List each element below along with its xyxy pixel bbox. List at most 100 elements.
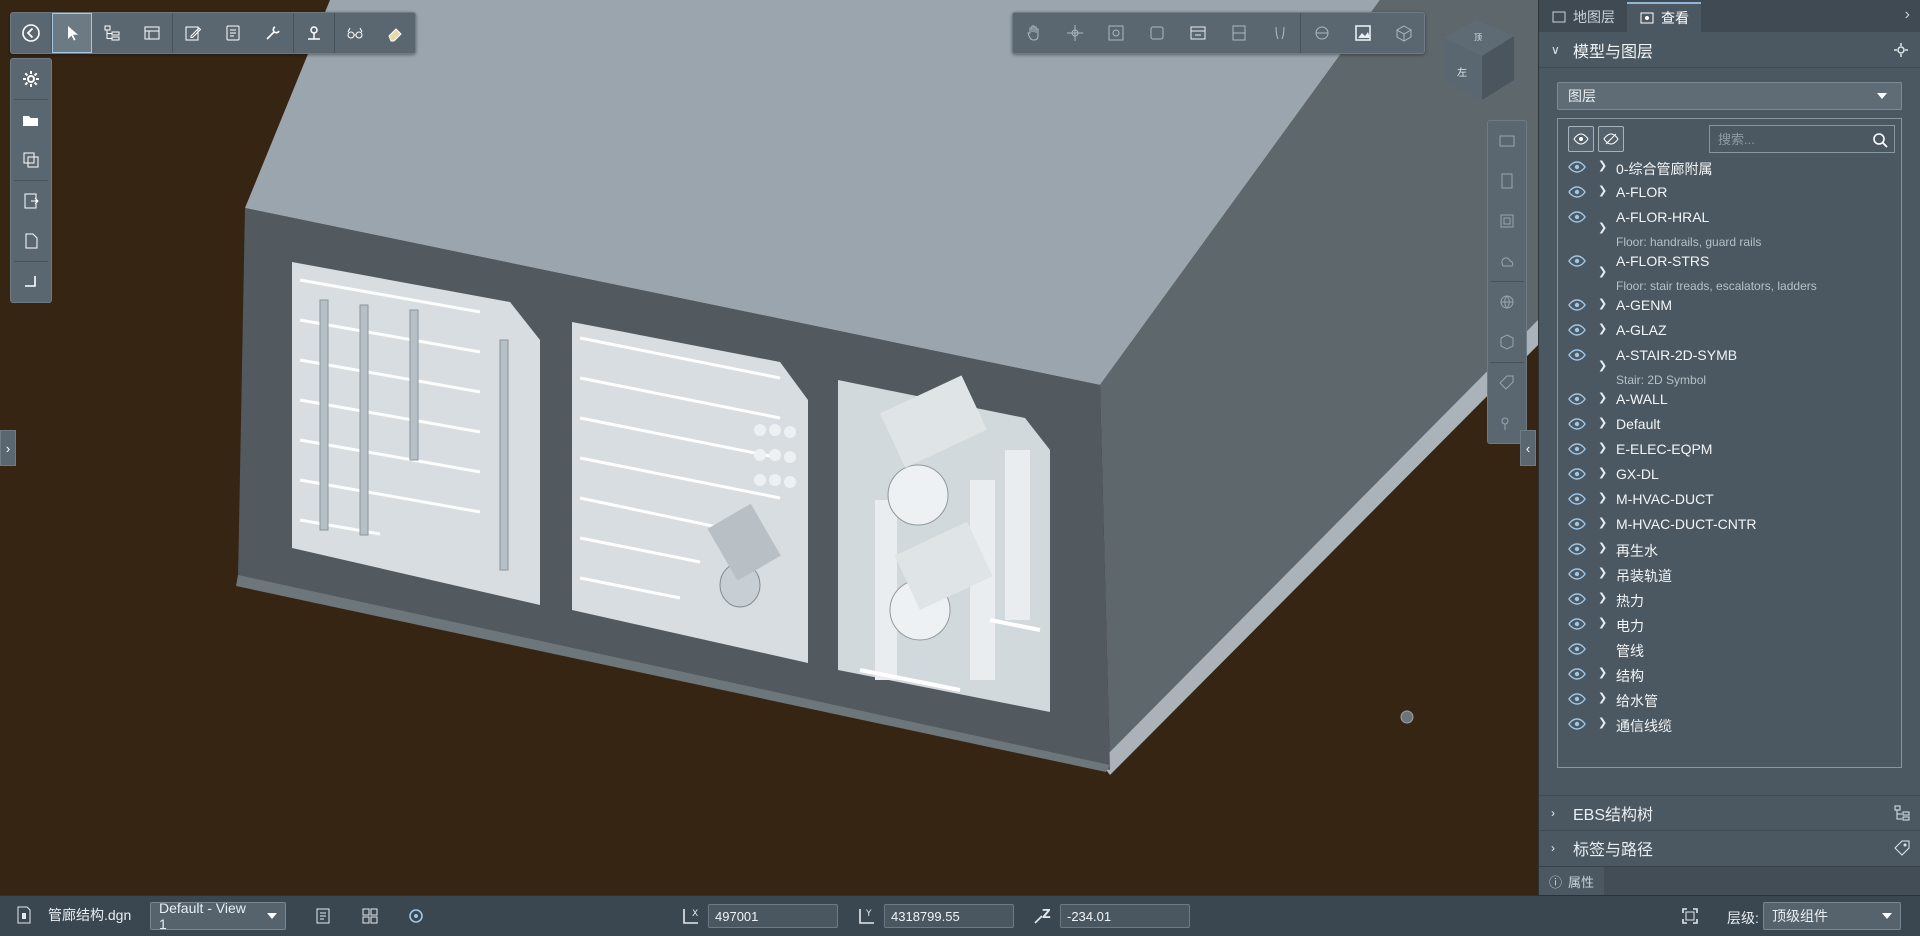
layer-row[interactable]: ❯ A-GENM	[1558, 297, 1901, 322]
y-coordinate-field[interactable]: 4318799.55	[884, 904, 1014, 928]
x-coordinate-field[interactable]: 497001	[708, 904, 838, 928]
location-icon[interactable]	[294, 13, 334, 53]
properties-tab[interactable]: ⓘ 属性	[1539, 866, 1920, 896]
3d-viewport[interactable]: 顶 左 › ‹	[0, 0, 1538, 895]
chevron-right-icon[interactable]: ❯	[1598, 516, 1612, 529]
chevron-right-icon[interactable]: ❯	[1598, 221, 1612, 234]
z-coordinate-field[interactable]: -234.01	[1060, 904, 1190, 928]
layer-row[interactable]: ❯ 通信线缆	[1558, 716, 1901, 741]
chevron-right-icon[interactable]: ❯	[1598, 541, 1612, 554]
layer-row[interactable]: 管线	[1558, 641, 1901, 666]
select-icon[interactable]	[52, 13, 92, 53]
layer-row[interactable]: ❯ 给水管	[1558, 691, 1901, 716]
chevron-right-icon[interactable]: ❯	[1598, 441, 1612, 454]
walk-icon[interactable]	[1259, 13, 1300, 53]
camera-icon[interactable]	[1177, 13, 1218, 53]
eye-icon[interactable]	[1568, 717, 1588, 733]
chevron-right-icon[interactable]: ❯	[1598, 359, 1612, 372]
eye-icon[interactable]	[1568, 298, 1588, 314]
back-icon[interactable]	[11, 13, 51, 53]
zoom-extents-icon[interactable]	[1095, 13, 1136, 53]
eye-icon[interactable]	[1568, 392, 1588, 408]
chevron-right-icon[interactable]: ❯	[1598, 391, 1612, 404]
markup-icon[interactable]	[173, 13, 213, 53]
eye-icon[interactable]	[1568, 517, 1588, 533]
layer-row[interactable]: ❯ A-WALL	[1558, 391, 1901, 416]
map-view-icon[interactable]	[1488, 121, 1526, 161]
layer-row[interactable]: ❯ A-FLOR-STRS Floor: stair treads, escalat…	[1558, 253, 1901, 297]
left-expand-tab[interactable]: ›	[0, 430, 16, 466]
eye-icon[interactable]	[1568, 185, 1588, 201]
eye-icon[interactable]	[1568, 467, 1588, 483]
layers-view-icon[interactable]	[1342, 13, 1383, 53]
right-collapse-tab[interactable]: ‹	[1520, 430, 1536, 466]
fullscreen-icon[interactable]	[1680, 906, 1700, 926]
layer-row[interactable]: ❯ 结构	[1558, 666, 1901, 691]
tab-map-layers[interactable]: 地图层	[1539, 2, 1627, 32]
target-icon[interactable]	[406, 906, 426, 926]
orbit-icon[interactable]	[1054, 13, 1095, 53]
layer-row[interactable]: ❯ 电力	[1558, 616, 1901, 641]
tools-icon[interactable]	[253, 13, 293, 53]
chevron-right-icon[interactable]: ❯	[1598, 691, 1612, 704]
book-icon[interactable]	[1488, 161, 1526, 201]
layer-row[interactable]: ❯ M-HVAC-DUCT	[1558, 491, 1901, 516]
layer-row[interactable]: ❯ 0-综合管廊附属	[1558, 159, 1901, 184]
layer-row[interactable]: ❯ A-FLOR	[1558, 184, 1901, 209]
fit-icon[interactable]	[1383, 13, 1424, 53]
chevron-right-icon[interactable]: ❯	[1598, 184, 1612, 197]
document-icon[interactable]	[12, 221, 50, 261]
eye-icon[interactable]	[1568, 667, 1588, 683]
render-icon[interactable]	[1301, 13, 1342, 53]
layer-type-select[interactable]: 图层	[1557, 82, 1902, 110]
eye-icon[interactable]	[1568, 492, 1588, 508]
view-select[interactable]: Default - View 1	[150, 900, 286, 932]
tree-icon[interactable]	[92, 13, 132, 53]
layer-row[interactable]: ❯ A-FLOR-HRAL Floor: handrails, guard rail…	[1558, 209, 1901, 253]
properties-icon[interactable]	[132, 13, 172, 53]
weather-icon[interactable]	[1488, 241, 1526, 281]
chevron-right-icon[interactable]: ❯	[1598, 322, 1612, 335]
glasses-icon[interactable]	[335, 13, 375, 53]
layer-row[interactable]: ❯ 吊装轨道	[1558, 566, 1901, 591]
chevron-right-icon[interactable]: ❯	[1598, 566, 1612, 579]
folder-open-icon[interactable]	[12, 100, 50, 140]
eye-icon[interactable]	[1568, 567, 1588, 583]
search-input[interactable]	[1718, 131, 1858, 147]
chevron-right-icon[interactable]: ❯	[1598, 416, 1612, 429]
layer-row[interactable]: ❯ A-STAIR-2D-SYMB Stair: 2D Symbol	[1558, 347, 1901, 391]
layer-row[interactable]: ❯ 再生水	[1558, 541, 1901, 566]
navigation-cube[interactable]: 顶 左	[1438, 16, 1516, 100]
measure-icon[interactable]	[213, 13, 253, 53]
copy-icon[interactable]	[12, 140, 50, 180]
section-icon[interactable]	[1218, 13, 1259, 53]
eye-icon[interactable]	[1568, 323, 1588, 339]
eye-icon[interactable]	[1568, 348, 1588, 364]
grid-icon[interactable]	[360, 906, 380, 926]
eye-icon[interactable]	[1568, 542, 1588, 558]
globe-icon[interactable]	[1488, 282, 1526, 322]
eye-icon[interactable]	[1568, 442, 1588, 458]
chevron-right-icon[interactable]: ❯	[1598, 466, 1612, 479]
eye-icon[interactable]	[1568, 160, 1588, 176]
corner-icon[interactable]	[12, 262, 50, 302]
layer-row[interactable]: ❯ GX-DL	[1558, 466, 1901, 491]
ebs-tree-header[interactable]: › EBS结构树	[1539, 795, 1920, 830]
export-icon[interactable]	[12, 181, 50, 221]
eye-icon[interactable]	[1568, 210, 1588, 226]
layer-row[interactable]: ❯ M-HVAC-DUCT-CNTR	[1558, 516, 1901, 541]
level-select[interactable]: 顶级组件	[1763, 902, 1901, 930]
tunnel-model[interactable]	[0, 0, 1538, 895]
layer-row[interactable]: ❯ A-GLAZ	[1558, 322, 1901, 347]
show-all-button[interactable]	[1568, 126, 1594, 152]
chevron-right-icon[interactable]: ❯	[1598, 666, 1612, 679]
frame-icon[interactable]	[1488, 201, 1526, 241]
search-icon[interactable]	[1872, 132, 1888, 148]
eye-icon[interactable]	[1568, 642, 1588, 658]
chevron-right-icon[interactable]: ❯	[1598, 265, 1612, 278]
eye-icon[interactable]	[1568, 592, 1588, 608]
hide-all-button[interactable]	[1598, 126, 1624, 152]
tags-paths-header[interactable]: › 标签与路径	[1539, 830, 1920, 865]
tab-view[interactable]: 查看	[1627, 2, 1701, 32]
eye-icon[interactable]	[1568, 617, 1588, 633]
